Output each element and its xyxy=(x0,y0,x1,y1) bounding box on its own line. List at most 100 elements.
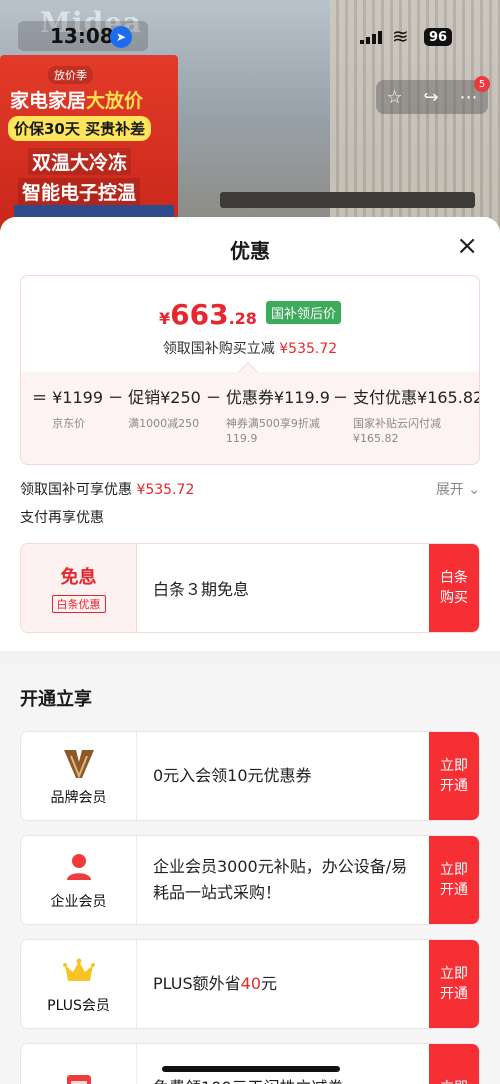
calc-desc: 京东价 xyxy=(52,417,86,430)
savings-label: 领取国补可享优惠 xyxy=(20,482,132,498)
chevron-down-icon: ⌄ xyxy=(468,482,480,498)
status-time: 13:08 xyxy=(50,24,114,48)
wifi-icon: ≋ xyxy=(392,24,409,48)
open-enterprise-member-button[interactable]: 立即开通 xyxy=(429,836,479,924)
member-desc: 0元入会领10元优惠券 xyxy=(153,766,312,785)
calc-value: ¥1199 xyxy=(52,388,103,407)
minus-sign: − xyxy=(205,387,221,408)
quickpass-badge xyxy=(21,1044,137,1084)
savings-summary: 领取国补可享优惠 ¥535.72 xyxy=(20,479,194,499)
plus-member-card[interactable]: PLUS会员 PLUS额外省 40 元 立即开通 xyxy=(20,939,480,1029)
minus-sign: − xyxy=(332,387,349,408)
promo-strip xyxy=(14,205,174,217)
interest-free-badge: 免息 白条优惠 xyxy=(21,544,137,632)
member-name: 品牌会员 xyxy=(50,790,107,806)
calc-desc: 国家补贴云闪付减¥165.82 xyxy=(353,417,442,445)
promo-guarantee: 价保30天 买贵补差 xyxy=(8,116,152,141)
open-brand-member-button[interactable]: 立即开通 xyxy=(429,732,479,820)
calc-desc: 满1000减250 xyxy=(128,417,200,430)
brand-v-icon xyxy=(62,745,96,781)
calc-item-coupon: 优惠券¥119.9 神券满500享9折减119.9 xyxy=(225,388,330,446)
member-desc: 企业会员3000元补贴，办公设备/易耗品一站式采购！ xyxy=(153,857,408,902)
expand-label: 展开 xyxy=(435,482,464,498)
membership-title: 开通立享 xyxy=(20,689,92,710)
price-calculation: = ¥1199 京东价 − 促销¥250 满1000减250 − 优惠券¥119… xyxy=(27,387,479,446)
card-icon xyxy=(66,1070,92,1084)
message-badge: 5 xyxy=(474,76,490,92)
calc-item-promotion: 促销¥250 满1000减250 xyxy=(128,388,201,431)
close-icon[interactable]: × xyxy=(456,231,478,261)
price-symbol: ¥ xyxy=(158,309,171,328)
brand-member-badge: 品牌会员 xyxy=(21,732,137,820)
brand-member-card[interactable]: 品牌会员 0元入会领10元优惠券 立即开通 xyxy=(20,731,480,821)
subsidy-price-tag: 国补领后价 xyxy=(266,301,342,324)
membership-section: 开通立享 品牌会员 0元入会领10元优惠券 立即开通 企业会员 企业会员3000… xyxy=(0,663,500,1084)
promo-headline-b: 大放价 xyxy=(86,90,144,112)
promo-feature-1: 双温大冷冻 xyxy=(28,148,132,175)
payment-section-label: 支付再享优惠 xyxy=(20,510,104,526)
enterprise-member-badge: 企业会员 xyxy=(21,836,137,924)
open-button-label: 立即 xyxy=(439,1078,469,1084)
promo-headline: 家电家居大放价 xyxy=(10,86,143,113)
baitiao-tag: 白条优惠 xyxy=(51,595,106,613)
open-button-label: 立即开通 xyxy=(440,966,468,1002)
savings-summary-row: 领取国补可享优惠 ¥535.72 展开 ⌄ xyxy=(20,473,480,503)
final-price: ¥ 663 .28 xyxy=(159,298,257,331)
plus-desc-prefix: PLUS额外省 xyxy=(153,974,241,993)
promo-feature-2: 智能电子控温 xyxy=(18,178,141,205)
subsidy-reduction-amount: ¥535.72 xyxy=(279,341,338,357)
discount-sheet: 优惠 × ¥ 663 .28 国补领后价 领取国补购买立减 ¥535.72 = xyxy=(0,217,500,1084)
price-decimal: .28 xyxy=(228,309,257,328)
sheet-title: 优惠 xyxy=(230,239,270,263)
open-button-label: 立即开通 xyxy=(440,758,468,794)
final-price-row: ¥ 663 .28 国补领后价 xyxy=(21,298,479,331)
open-plus-member-button[interactable]: 立即开通 xyxy=(429,940,479,1028)
interest-free-title: 免息 xyxy=(60,567,97,588)
subsidy-reduction-label: 领取国补购买立减 xyxy=(162,341,275,357)
open-button-label: 立即开通 xyxy=(440,862,468,898)
battery-indicator: 96 xyxy=(424,28,453,46)
quickpass-card[interactable]: 免费领100元天闪株立减券 立即 xyxy=(20,1043,480,1084)
subsidy-reduction-text: 领取国补购买立减 ¥535.72 xyxy=(21,338,479,358)
savings-amount: ¥535.72 xyxy=(136,482,195,498)
baitiao-buy-label: 白条购买 xyxy=(440,570,468,606)
equals-sign: = xyxy=(32,387,48,408)
calc-value: 支付优惠¥165.82 xyxy=(353,388,480,407)
calc-value: 促销¥250 xyxy=(128,388,201,407)
plus-desc-unit: 元 xyxy=(261,974,278,993)
promo-headline-a: 家电家居 xyxy=(10,90,87,112)
member-name: PLUS会员 xyxy=(47,998,110,1014)
top-action-pill: ☆ ↪ ⋯ 5 xyxy=(376,76,490,114)
section-divider xyxy=(0,651,500,663)
location-arrow-icon: ➤ xyxy=(110,26,132,48)
calc-desc: 神券满500享9折减119.9 xyxy=(225,417,320,445)
crown-icon xyxy=(62,953,95,989)
discount-summary-section: ¥ 663 .28 国补领后价 领取国补购买立减 ¥535.72 = ¥1199… xyxy=(0,275,500,651)
expand-toggle[interactable]: 展开 ⌄ xyxy=(436,479,480,499)
quickpass-button[interactable]: 立即 xyxy=(429,1044,479,1084)
more-icon[interactable]: ⋯ xyxy=(460,87,478,108)
interest-free-desc: 白条３期免息 xyxy=(153,580,250,599)
interest-free-card[interactable]: 免息 白条优惠 白条３期免息 白条购买 xyxy=(20,543,480,633)
price-integer: 663 xyxy=(170,298,229,331)
calc-item-payment: 支付优惠¥165.82 国家补贴云闪付减¥165.82 xyxy=(353,388,479,446)
price-breakdown-card: ¥ 663 .28 国补领后价 领取国补购买立减 ¥535.72 = ¥1199… xyxy=(20,275,480,465)
plus-desc-amount: 40 xyxy=(240,974,261,993)
member-desc: 免费领100元天闪株立减券 xyxy=(137,1044,429,1084)
cellular-signal-icon xyxy=(360,30,384,44)
person-icon xyxy=(64,849,94,885)
sheet-header: 优惠 × xyxy=(0,217,500,275)
minus-sign: − xyxy=(108,387,124,408)
calc-item-list-price: ¥1199 京东价 xyxy=(52,388,103,431)
baitiao-buy-button[interactable]: 白条购买 xyxy=(429,544,479,632)
enterprise-member-card[interactable]: 企业会员 企业会员3000元补贴，办公设备/易耗品一站式采购！ 立即开通 xyxy=(20,835,480,925)
member-name: 企业会员 xyxy=(50,894,107,910)
plus-member-badge: PLUS会员 xyxy=(21,940,137,1028)
furniture-shape xyxy=(220,192,475,208)
promo-tag: 放价季 xyxy=(48,66,93,84)
home-indicator[interactable] xyxy=(162,1066,340,1072)
calc-value: 优惠券¥119.9 xyxy=(225,388,330,407)
share-icon[interactable]: ↪ xyxy=(424,87,439,108)
member-desc: PLUS额外省 40 元 xyxy=(137,940,429,1028)
star-icon[interactable]: ☆ xyxy=(386,87,402,108)
